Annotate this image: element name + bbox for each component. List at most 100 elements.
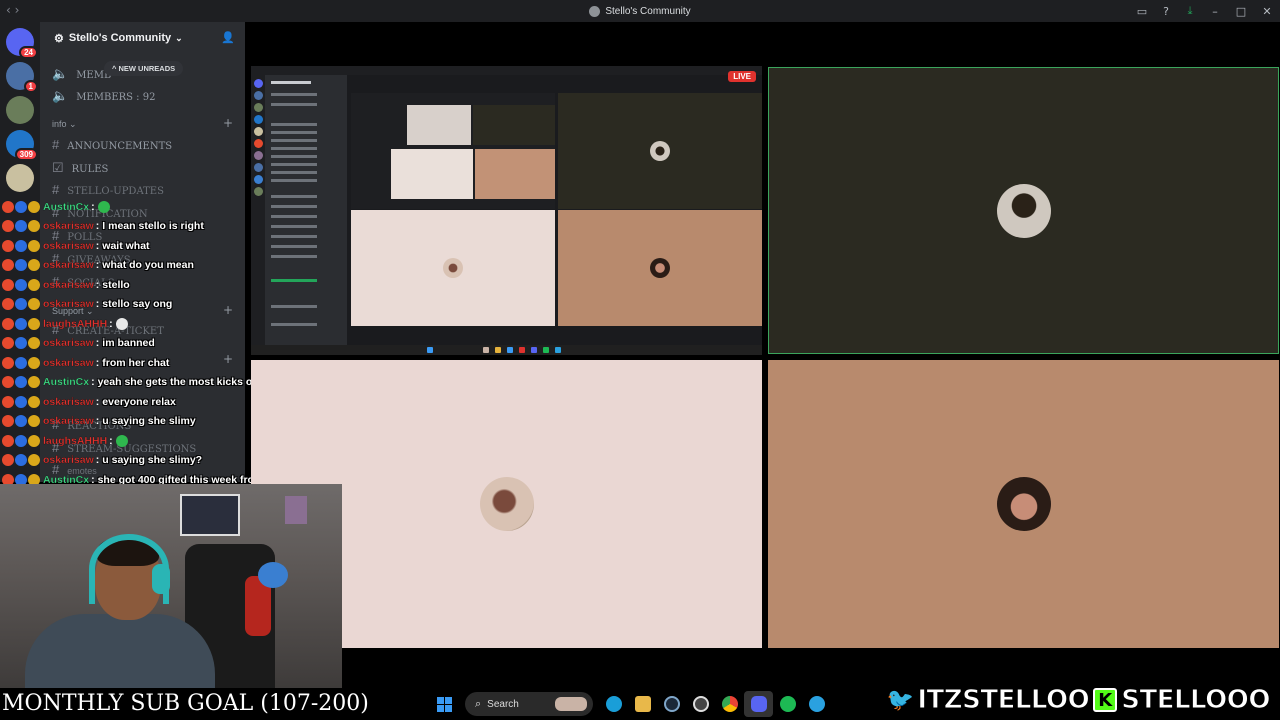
steam-icon: [663, 696, 680, 712]
nested-tile-3: [558, 210, 762, 326]
chat-text: u saying she slimy: [102, 415, 196, 427]
badge-icon: [15, 278, 27, 291]
maximize-button[interactable]: □: [1228, 5, 1254, 18]
minimize-button[interactable]: –: [1202, 5, 1228, 18]
chrome-icon: [721, 696, 738, 712]
edge-icon: [605, 696, 622, 712]
start-button[interactable]: [430, 691, 459, 717]
chat-separator: :: [95, 259, 100, 271]
help-icon[interactable]: ?: [1154, 5, 1178, 18]
server-header[interactable]: ⚙ Stello's Community ⌄ 👤: [40, 22, 245, 54]
server-icon-3[interactable]: 309: [6, 130, 38, 161]
category-info[interactable]: info ⌄: [52, 119, 77, 130]
steam-app[interactable]: [657, 691, 686, 717]
chat-username[interactable]: laughsAHHH: [43, 317, 107, 329]
channel-rules[interactable]: ☑ RULES: [52, 160, 108, 176]
kick-handle: STELLOOO: [1121, 685, 1271, 716]
chat-separator: :: [95, 298, 100, 310]
chrome-app[interactable]: [715, 691, 744, 717]
chat-badges: [2, 376, 40, 388]
wall-poster: [285, 496, 307, 524]
server-icon-2[interactable]: [6, 96, 34, 124]
chat-message: oskarisaw: u saying she slimy?: [2, 451, 202, 470]
chat-text: u saying she slimy?: [102, 454, 203, 466]
server-icon-1[interactable]: 1: [6, 62, 38, 93]
obs-app[interactable]: [686, 691, 715, 717]
chat-username[interactable]: AustinCx: [43, 200, 89, 212]
chat-username[interactable]: oskarisaw: [43, 298, 94, 310]
badge-icon: [28, 317, 40, 330]
chevron-down-icon: ⌄: [175, 32, 183, 43]
chat-username[interactable]: oskarisaw: [43, 337, 94, 349]
chat-badges: [2, 239, 40, 252]
video-tile-3[interactable]: [768, 360, 1279, 648]
chat-username[interactable]: oskarisaw: [43, 356, 94, 368]
badge-icon: [2, 278, 14, 291]
chat-separator: :: [95, 220, 100, 232]
badge-icon: [28, 356, 40, 369]
chat-username[interactable]: oskarisaw: [43, 259, 94, 271]
mention-badge: 1: [23, 80, 38, 93]
badge-icon: [28, 337, 40, 349]
spotify-app[interactable]: [773, 691, 802, 717]
badge-icon: [28, 454, 40, 466]
badge-icon: [15, 376, 27, 388]
server-icon-4[interactable]: [6, 164, 34, 192]
emote-icon: [97, 200, 110, 213]
chat-message: AustinCx: yeah she gets the most kicks on…: [2, 373, 282, 392]
chat-username[interactable]: AustinCx: [43, 376, 89, 388]
chat-username[interactable]: oskarisaw: [43, 415, 94, 427]
channel-stello-updates[interactable]: # STELLO-UPDATES: [52, 182, 164, 197]
chat-text: stello say ong: [102, 298, 173, 310]
participant-avatar: [479, 477, 534, 531]
close-button[interactable]: ✕: [1254, 5, 1280, 18]
add-user-icon[interactable]: 👤: [221, 31, 235, 44]
add-channel-icon[interactable]: +: [223, 352, 233, 366]
add-channel-icon[interactable]: +: [223, 303, 233, 317]
file-explorer-app[interactable]: [628, 691, 657, 717]
emote-icon: [115, 434, 128, 447]
chat-username[interactable]: oskarisaw: [43, 239, 94, 251]
video-tile-1[interactable]: [768, 67, 1279, 354]
taskbar-search[interactable]: ⌕ Search: [465, 692, 593, 716]
add-channel-icon[interactable]: +: [223, 116, 233, 130]
inbox-icon[interactable]: ▭: [1130, 5, 1154, 18]
channel-members-partial[interactable]: 🔈 MEMB: [52, 66, 111, 82]
chat-username[interactable]: oskarisaw: [43, 454, 94, 466]
mini-server-rail: [251, 75, 265, 345]
badge-icon: [15, 259, 27, 271]
chat-username[interactable]: oskarisaw: [43, 220, 94, 232]
nav-back-icon[interactable]: ‹ ›: [6, 3, 19, 17]
channel-announcements[interactable]: # ANNOUNCEMENTS: [52, 137, 172, 152]
chat-text: what do you mean: [102, 259, 194, 271]
badge-icon: [28, 220, 40, 232]
badge-icon: [2, 220, 14, 232]
streamer-webcam: [0, 484, 342, 688]
badge-icon: [15, 434, 27, 447]
screen-share-tile[interactable]: LIVE: [251, 66, 762, 355]
badge-icon: [28, 415, 40, 427]
nested-tile-1: [558, 93, 762, 209]
channel-members-count[interactable]: 🔈 MEMBERS : 92: [52, 88, 155, 104]
edge-app[interactable]: [599, 691, 628, 717]
obs-icon: [692, 696, 709, 712]
chat-badges: [2, 434, 40, 447]
nested-screen-share: [351, 93, 555, 209]
download-icon[interactable]: ⤓: [1178, 4, 1202, 18]
window-titlebar: ‹ › Stello's Community ▭ ? ⤓ – □ ✕: [0, 0, 1280, 22]
chat-username[interactable]: laughsAHHH: [43, 434, 107, 446]
chat-username[interactable]: oskarisaw: [43, 278, 94, 290]
chat-username[interactable]: oskarisaw: [43, 395, 94, 407]
chat-badges: [2, 395, 40, 408]
home-button[interactable]: 24: [6, 28, 38, 59]
badge-icon: [28, 298, 40, 310]
chat-badges: [2, 317, 40, 330]
discord-app[interactable]: [744, 691, 773, 717]
new-unreads-pill[interactable]: ^ NEW UNREADS: [104, 61, 184, 76]
chat-message: oskarisaw: from her chat: [2, 353, 169, 372]
badge-icon: [2, 356, 14, 369]
badge-icon: [2, 337, 14, 349]
chat-badges: [2, 356, 40, 369]
badge-icon: [28, 395, 40, 408]
telegram-app[interactable]: [802, 691, 831, 717]
